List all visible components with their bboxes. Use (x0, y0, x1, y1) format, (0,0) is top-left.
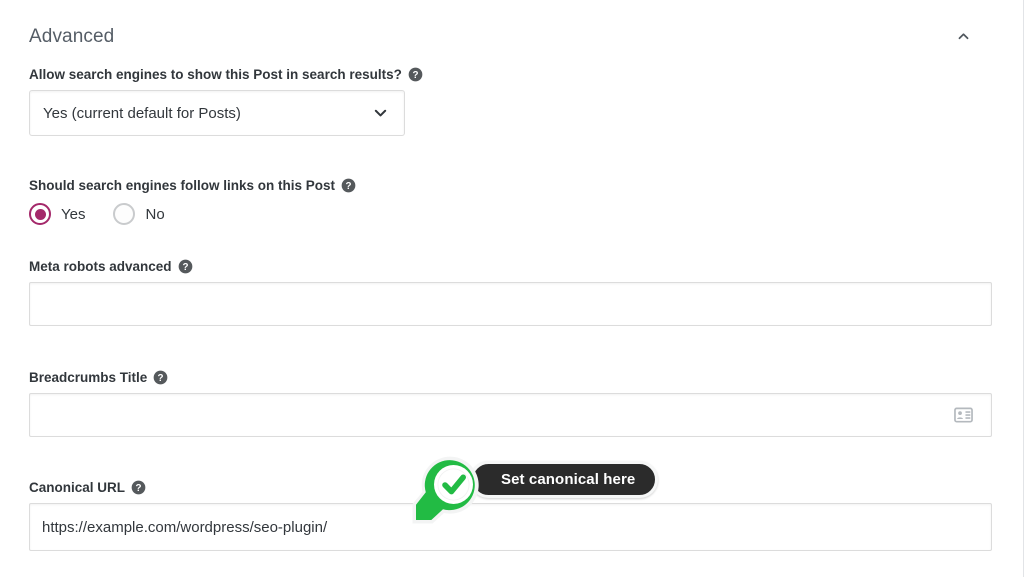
field-canonical-url: Canonical URL ? https://example.com/word… (29, 479, 992, 551)
select-value: Yes (current default for Posts) (43, 104, 241, 122)
field-label-follow-links: Should search engines follow links on th… (29, 177, 992, 194)
radio-label-no: No (145, 205, 165, 223)
radio-option-yes[interactable]: Yes (29, 203, 85, 225)
help-circle-icon[interactable]: ? (153, 370, 168, 385)
radio-group-follow-links: Yes No (29, 201, 992, 227)
select-allow-search-engines[interactable]: Yes (current default for Posts) (29, 90, 405, 136)
radio-label-yes: Yes (61, 205, 86, 223)
field-label-text: Allow search engines to show this Post i… (29, 67, 402, 82)
page-title: Advanced (29, 25, 115, 47)
chevron-up-icon (958, 32, 968, 39)
field-label-canonical-url: Canonical URL ? (29, 479, 992, 496)
help-circle-icon[interactable]: ? (131, 480, 146, 495)
field-label-breadcrumbs-title: Breadcrumbs Title ? (29, 369, 992, 386)
field-label-text: Breadcrumbs Title (29, 370, 148, 385)
field-label-text: Meta robots advanced (29, 259, 172, 274)
field-meta-robots-advanced: Meta robots advanced ? (29, 258, 992, 326)
field-label-text: Canonical URL (29, 480, 126, 495)
chevron-down-icon (374, 109, 387, 117)
panel-header: Advanced (29, 20, 979, 52)
help-circle-icon[interactable]: ? (178, 259, 193, 274)
collapse-panel-button[interactable] (947, 20, 979, 52)
svg-text:?: ? (346, 181, 352, 192)
field-allow-search-engines: Allow search engines to show this Post i… (29, 66, 992, 136)
help-circle-icon[interactable]: ? (408, 67, 423, 82)
contact-card-icon[interactable] (954, 407, 973, 423)
input-breadcrumbs-title[interactable] (29, 393, 992, 437)
field-breadcrumbs-title: Breadcrumbs Title ? (29, 369, 992, 437)
svg-text:?: ? (182, 262, 188, 273)
field-label-text: Should search engines follow links on th… (29, 178, 336, 193)
field-follow-links: Should search engines follow links on th… (29, 177, 992, 227)
advanced-seo-settings-panel: Advanced Allow search engines to show th… (0, 0, 1024, 577)
input-canonical-url[interactable]: https://example.com/wordpress/seo-plugin… (29, 503, 992, 551)
svg-text:?: ? (158, 373, 164, 384)
help-circle-icon[interactable]: ? (341, 178, 356, 193)
field-label-allow-search-engines: Allow search engines to show this Post i… (29, 66, 992, 83)
radio-indicator-no (113, 203, 136, 225)
radio-option-no[interactable]: No (113, 203, 165, 225)
input-value: https://example.com/wordpress/seo-plugin… (42, 518, 328, 536)
field-label-meta-robots-advanced: Meta robots advanced ? (29, 258, 992, 275)
radio-indicator-yes (29, 203, 51, 225)
svg-text:?: ? (412, 70, 418, 81)
svg-text:?: ? (136, 483, 142, 494)
input-meta-robots-advanced[interactable] (29, 282, 992, 326)
